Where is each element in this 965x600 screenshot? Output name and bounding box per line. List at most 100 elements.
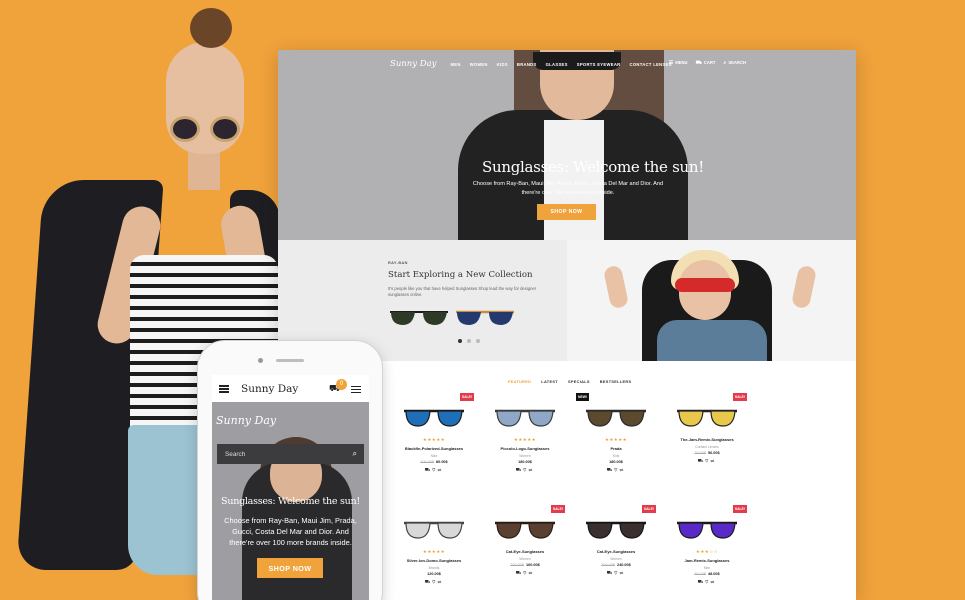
compare-icon[interactable]: ⇄ — [710, 458, 716, 463]
product-image[interactable] — [403, 517, 465, 543]
compare-icon[interactable]: ⇄ — [437, 467, 443, 472]
product-card[interactable]: SALE! The-Jam-Remix-Sunglasses Contact Len… — [667, 393, 747, 465]
promo-photo — [567, 240, 856, 361]
product-card[interactable]: ★★★★★ Piccolo-Logo-Sunglasses Women 180.00$… — [485, 393, 565, 474]
mobile-header: Sunny Day ⛟ 0 — [212, 375, 369, 402]
menu-label: MENU — [675, 60, 688, 65]
product-name[interactable]: Prada — [576, 446, 656, 451]
product-card[interactable]: SALE! Cat-Eye-Sunglasses Women 200.00$ 160.0… — [485, 505, 565, 577]
tab-latest[interactable]: LATEST — [541, 379, 558, 384]
product-card[interactable]: ★★★★★ Silver-Ion-Domo-Sunglasses Brands 120… — [394, 505, 474, 586]
product-image[interactable] — [494, 405, 556, 431]
mobile-shop-now-button[interactable]: SHOP NOW — [257, 558, 323, 578]
carousel-dot[interactable] — [467, 339, 471, 343]
product-name[interactable]: Cat-Eye-Sunglasses — [576, 549, 656, 554]
tab-featured[interactable]: FEATURED — [508, 379, 531, 384]
compare-icon[interactable]: ⇄ — [710, 579, 716, 584]
site-logo[interactable]: Sunny Day — [390, 59, 436, 69]
peace-hand — [602, 264, 630, 310]
nav-item-kids[interactable]: KIDS — [497, 62, 508, 67]
product-brand: Women — [519, 454, 531, 458]
product-price: 180.00$ — [576, 460, 656, 464]
current-price: 240.00$ — [617, 563, 631, 567]
product-card[interactable]: SALE! ★★★☆☆ Jam-Remix-Sunglasses Men 60.00$ 4… — [667, 505, 747, 586]
tab-bestsellers[interactable]: BESTSELLERS — [600, 379, 632, 384]
add-to-cart-icon[interactable]: ⛟ — [698, 579, 706, 584]
compare-icon[interactable]: ⇄ — [528, 570, 534, 575]
product-name[interactable]: Cat-Eye-Sunglasses — [485, 549, 565, 554]
hamburger-icon[interactable] — [219, 384, 229, 393]
product-image[interactable] — [676, 517, 738, 543]
nav-item-men[interactable]: MEN — [450, 62, 460, 67]
hero-title: Sunglasses: Welcome the sun! — [482, 158, 704, 176]
current-price: 180.00$ — [518, 460, 532, 464]
product-tabs: FEATURED LATEST SPECIALS BESTSELLERS — [508, 379, 631, 384]
compare-icon[interactable]: ⇄ — [619, 467, 625, 472]
product-badge: SALE! — [550, 505, 565, 513]
collection-brand: RAY-BAN — [388, 261, 408, 265]
product-brand: Nike — [430, 454, 438, 458]
menu-icon: ☰ — [668, 60, 674, 66]
carousel-dot[interactable] — [458, 339, 462, 343]
product-name[interactable]: Piccolo-Logo-Sunglasses — [485, 446, 565, 451]
carousel-dot[interactable] — [476, 339, 480, 343]
search-input[interactable]: Search — [225, 451, 245, 458]
add-to-cart-icon[interactable]: ⛟ — [607, 467, 615, 472]
compare-icon[interactable]: ⇄ — [528, 467, 534, 472]
carousel-dots — [458, 339, 480, 343]
menu-icon[interactable] — [351, 386, 361, 393]
add-to-cart-icon[interactable]: ⛟ — [425, 579, 433, 584]
add-to-cart-icon[interactable]: ⛟ — [425, 467, 433, 472]
product-card[interactable]: NEW! ★★★★★ Prada Kids 180.00$ ⛟♡⇄ — [576, 393, 656, 474]
shop-now-button[interactable]: SHOP NOW — [537, 204, 596, 220]
mobile-search-bar[interactable]: Search ⌕ — [217, 444, 364, 464]
menu-link[interactable]: ☰ MENU — [669, 60, 688, 67]
sunglasses-image[interactable] — [454, 308, 516, 328]
product-card[interactable]: SALE! ★★★★★ Blackfin-Polarized-Sunglasses N… — [394, 393, 474, 474]
product-badge: SALE! — [732, 393, 747, 401]
product-name[interactable]: The-Jam-Remix-Sunglasses — [667, 437, 747, 442]
tab-specials[interactable]: SPECIALS — [568, 379, 590, 384]
product-badge: SALE! — [732, 505, 747, 513]
search-icon: ⌕ — [723, 60, 727, 66]
product-image[interactable] — [403, 405, 465, 431]
cart-link[interactable]: ⛟ CART — [696, 60, 716, 67]
nav-item-sports-eyewear[interactable]: SPORTS EYEWEAR — [577, 62, 621, 67]
product-image[interactable] — [585, 405, 647, 431]
speaker-slot — [276, 359, 304, 362]
search-link[interactable]: ⌕ SEARCH — [724, 60, 747, 67]
old-price: 300.00$ — [601, 563, 615, 567]
search-icon[interactable]: ⌕ — [353, 449, 357, 459]
sunglasses-image[interactable] — [388, 308, 450, 328]
compare-icon[interactable]: ⇄ — [437, 579, 443, 584]
product-name[interactable]: Silver-Ion-Domo-Sunglasses — [394, 558, 474, 563]
product-actions: ⛟♡⇄ — [667, 458, 747, 465]
add-to-cart-icon[interactable]: ⛟ — [516, 467, 524, 472]
add-to-cart-icon[interactable]: ⛟ — [698, 458, 706, 463]
product-price: 300.00$ 240.00$ — [576, 563, 656, 567]
product-name[interactable]: Blackfin-Polarized-Sunglasses — [394, 446, 474, 451]
product-image[interactable] — [676, 405, 738, 431]
current-price: 180.00$ — [609, 460, 623, 464]
mobile-logo[interactable]: Sunny Day — [241, 383, 298, 395]
nav-utility: ☰ MENU ⛟ CART ⌕ SEARCH — [669, 60, 746, 67]
product-card[interactable]: SALE! Cat-Eye-Sunglasses Women 300.00$ 240.0… — [576, 505, 656, 577]
nav-item-women[interactable]: WOMEN — [470, 62, 488, 67]
product-name[interactable]: Jam-Remix-Sunglasses — [667, 558, 747, 563]
product-price: 180.00$ — [485, 460, 565, 464]
compare-icon[interactable]: ⇄ — [619, 570, 625, 575]
nav-item-brands[interactable]: BRANDS — [517, 62, 537, 67]
add-to-cart-icon[interactable]: ⛟ — [607, 570, 615, 575]
nav-item-contact-lenses[interactable]: CONTACT LENSES — [630, 62, 672, 67]
product-actions: ⛟♡⇄ — [394, 467, 474, 474]
collection-title[interactable]: Start Exploring a New Collection — [388, 270, 533, 280]
product-image[interactable] — [585, 517, 647, 543]
add-to-cart-icon[interactable]: ⛟ — [516, 570, 524, 575]
nav-item-glasses[interactable]: GLASSES — [546, 62, 568, 67]
current-price: 48.00$ — [708, 572, 720, 576]
phone-screen: Sunny Day ⛟ 0 Sunny Day Search ⌕ Sunglas… — [212, 375, 369, 600]
mobile-hero: Sunny Day Search ⌕ Sunglasses: Welcome t… — [212, 402, 369, 600]
old-price: 200.00$ — [510, 563, 524, 567]
product-image[interactable] — [494, 517, 556, 543]
product-actions: ⛟♡⇄ — [576, 467, 656, 474]
